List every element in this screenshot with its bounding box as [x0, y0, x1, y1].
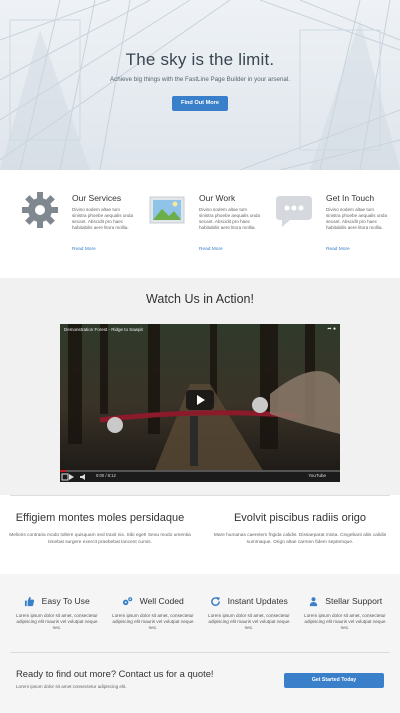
thumbs-up-icon — [25, 597, 35, 607]
feature-title: Get In Touch — [326, 193, 375, 203]
hero-subtitle: Achieve big things with the FastLine Pag… — [110, 76, 290, 83]
video-time: 0:00 / 8:12 — [96, 473, 116, 478]
column-title: Evolvit piscibus radiis origo — [233, 512, 367, 524]
video-controls-bar: 0:00 / 8:12 YouTube — [60, 470, 340, 482]
play-button[interactable] — [186, 390, 214, 410]
cta-title: Ready to find out more? Contact us for a… — [16, 668, 214, 679]
youtube-logo[interactable]: YouTube — [308, 473, 326, 478]
video-section-title: Watch Us in Action! — [146, 292, 254, 306]
video-title[interactable]: Demonstration Forest - Ridge to Sawpit — [64, 327, 143, 332]
benefit-stellar-support: Stellar Support Lorem ipsum dolor sit am… — [300, 596, 390, 631]
benefit-well-coded: Well Coded Lorem ipsum dolor sit amet, c… — [108, 596, 198, 631]
video-player[interactable]: Demonstration Forest - Ridge to Sawpit ➦… — [60, 324, 340, 482]
benefit-title: Well Coded — [139, 596, 184, 606]
video-progress-bar[interactable] — [60, 470, 340, 472]
refresh-icon — [211, 597, 221, 607]
chat-bubble-icon — [274, 190, 314, 230]
feature-title: Our Services — [72, 193, 122, 203]
benefits-section: Easy To Use Lorem ipsum dolor sit amet, … — [0, 574, 400, 713]
column-left: Effigiem montes moles persidaque Meliori… — [5, 512, 195, 546]
benefit-title: Instant Updates — [227, 596, 288, 606]
benefit-description: Lorem ipsum dolor sit amet, consectetur … — [112, 613, 194, 631]
fullscreen-icon[interactable] — [60, 471, 70, 482]
hero-section: The sky is the limit. Achieve big things… — [0, 0, 400, 170]
benefit-title: Easy To Use — [41, 596, 90, 606]
feature-description: Divino sodem altae tum sinistra phoebe a… — [199, 207, 261, 230]
users-icon — [309, 597, 318, 607]
share-icon[interactable]: ➦ ● — [327, 326, 336, 332]
benefit-title: Stellar Support — [325, 596, 383, 606]
picture-icon — [147, 190, 187, 230]
column-description: Mare humanas caeretem frigida calidis. D… — [213, 533, 387, 545]
column-title: Effigiem montes moles persidaque — [15, 512, 185, 524]
find-out-more-button[interactable]: Find Out More — [172, 96, 228, 111]
cta-subtitle: Lorem ipsum dolor sit amet consectetur a… — [16, 684, 127, 689]
hero-title: The sky is the limit. — [125, 50, 275, 69]
read-more-link[interactable]: Read More — [326, 247, 350, 252]
feature-description: Divino sodem altae tum sinistra phoebe a… — [72, 207, 134, 230]
benefit-description: Lorem ipsum dolor sit amet, consectetur … — [16, 613, 98, 631]
benefit-description: Lorem ipsum dolor sit amet, consectetur … — [208, 613, 290, 631]
feature-description: Divino sodem altae tum sinistra phoebe a… — [326, 207, 388, 230]
benefit-easy-to-use: Easy To Use Lorem ipsum dolor sit amet, … — [12, 596, 102, 631]
benefit-description: Lorem ipsum dolor sit amet, consectetur … — [304, 613, 386, 631]
gear-icon — [20, 190, 60, 230]
features-section: Our Services Divino sodem altae tum sini… — [0, 170, 400, 278]
cta-divider — [10, 652, 390, 653]
column-right: Evolvit piscibus radiis origo Mare human… — [205, 512, 395, 546]
get-started-button[interactable]: Get Started Today — [284, 673, 384, 688]
read-more-link[interactable]: Read More — [72, 247, 96, 252]
column-description: Melioris contraria modo tollere quisquam… — [9, 533, 191, 545]
video-section: Watch Us in Action! Demonstration Forest… — [0, 278, 400, 495]
cogs-icon — [123, 597, 133, 606]
feature-title: Our Work — [199, 193, 236, 203]
volume-icon[interactable] — [78, 471, 90, 482]
section-divider — [10, 495, 390, 496]
hero-background-building — [0, 0, 400, 170]
read-more-link[interactable]: Read More — [199, 247, 223, 252]
benefit-instant-updates: Instant Updates Lorem ipsum dolor sit am… — [204, 596, 294, 631]
